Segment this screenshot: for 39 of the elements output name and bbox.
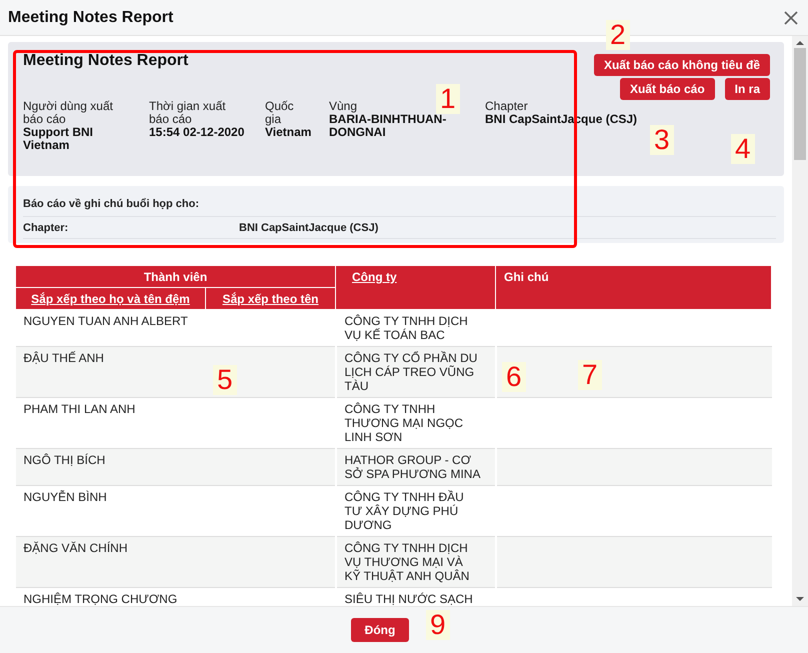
annotation-number: 1 bbox=[436, 84, 460, 114]
summary-value: BNI CapSaintJacque (CSJ) bbox=[239, 222, 380, 234]
info-value: Support BNI Vietnam bbox=[23, 126, 94, 152]
annotation-number: 4 bbox=[731, 134, 755, 164]
summary-label: Chapter: bbox=[23, 222, 70, 234]
info-value: Vietnam bbox=[265, 126, 312, 139]
company-cell: HATHOR GROUP - CƠ SỞ SPA PHƯƠNG MINA bbox=[336, 448, 496, 486]
annotation-number: 6 bbox=[502, 362, 526, 392]
close-button[interactable]: Đóng bbox=[350, 618, 410, 642]
annotation-number: 2 bbox=[606, 20, 630, 50]
scrollbar[interactable] bbox=[792, 36, 808, 606]
annotation-number: 5 bbox=[213, 365, 237, 395]
company-cell: CÔNG TY TNHH DỊCH VỤ THƯƠNG MẠI VÀ KỸ THUẬT ANH QUÂN bbox=[336, 536, 496, 588]
info-label: Thời gian xuất báo cáo bbox=[149, 100, 227, 126]
annotation-number: 7 bbox=[578, 360, 602, 390]
info-label: Quốc gia bbox=[265, 100, 295, 126]
scroll-up-icon[interactable] bbox=[796, 40, 804, 46]
company-cell: CÔNG TY CỔ PHẦN DU LỊCH CÁP TREO VŨNG TÀU bbox=[336, 346, 496, 398]
close-icon[interactable] bbox=[784, 10, 798, 24]
info-label: Người dùng xuất báo cáo bbox=[23, 100, 114, 126]
annotation-number: 9 bbox=[426, 610, 450, 640]
summary-heading: Báo cáo về ghi chú buổi họp cho: bbox=[23, 198, 776, 217]
member-cell: ĐẶNG VĂN CHÍNH bbox=[16, 536, 336, 588]
info-label: Chapter bbox=[485, 100, 528, 113]
sort-link[interactable]: Công ty bbox=[352, 270, 397, 284]
export-button[interactable]: Xuất báo cáo bbox=[620, 78, 715, 100]
annotation-number: 3 bbox=[650, 125, 674, 155]
member-cell: NGÔ THỊ BÍCH bbox=[16, 448, 336, 486]
print-button[interactable]: In ra bbox=[724, 78, 770, 100]
info-value: 15:54 02-12-2020 bbox=[149, 126, 244, 139]
info-label: Vùng bbox=[329, 100, 358, 113]
export-button[interactable]: Xuất báo cáo không tiêu đề bbox=[594, 54, 770, 76]
dialog-title: Meeting Notes Report bbox=[8, 8, 174, 26]
scroll-down-icon[interactable] bbox=[796, 596, 804, 602]
report-title: Meeting Notes Report bbox=[23, 52, 190, 70]
info-value: BARIA-BINHTHUAN-DONGNAI bbox=[329, 113, 448, 139]
scrollbar-thumb[interactable] bbox=[794, 48, 806, 160]
column-header: Thành viên bbox=[16, 266, 336, 288]
column-header: Ghi chú bbox=[496, 266, 772, 310]
